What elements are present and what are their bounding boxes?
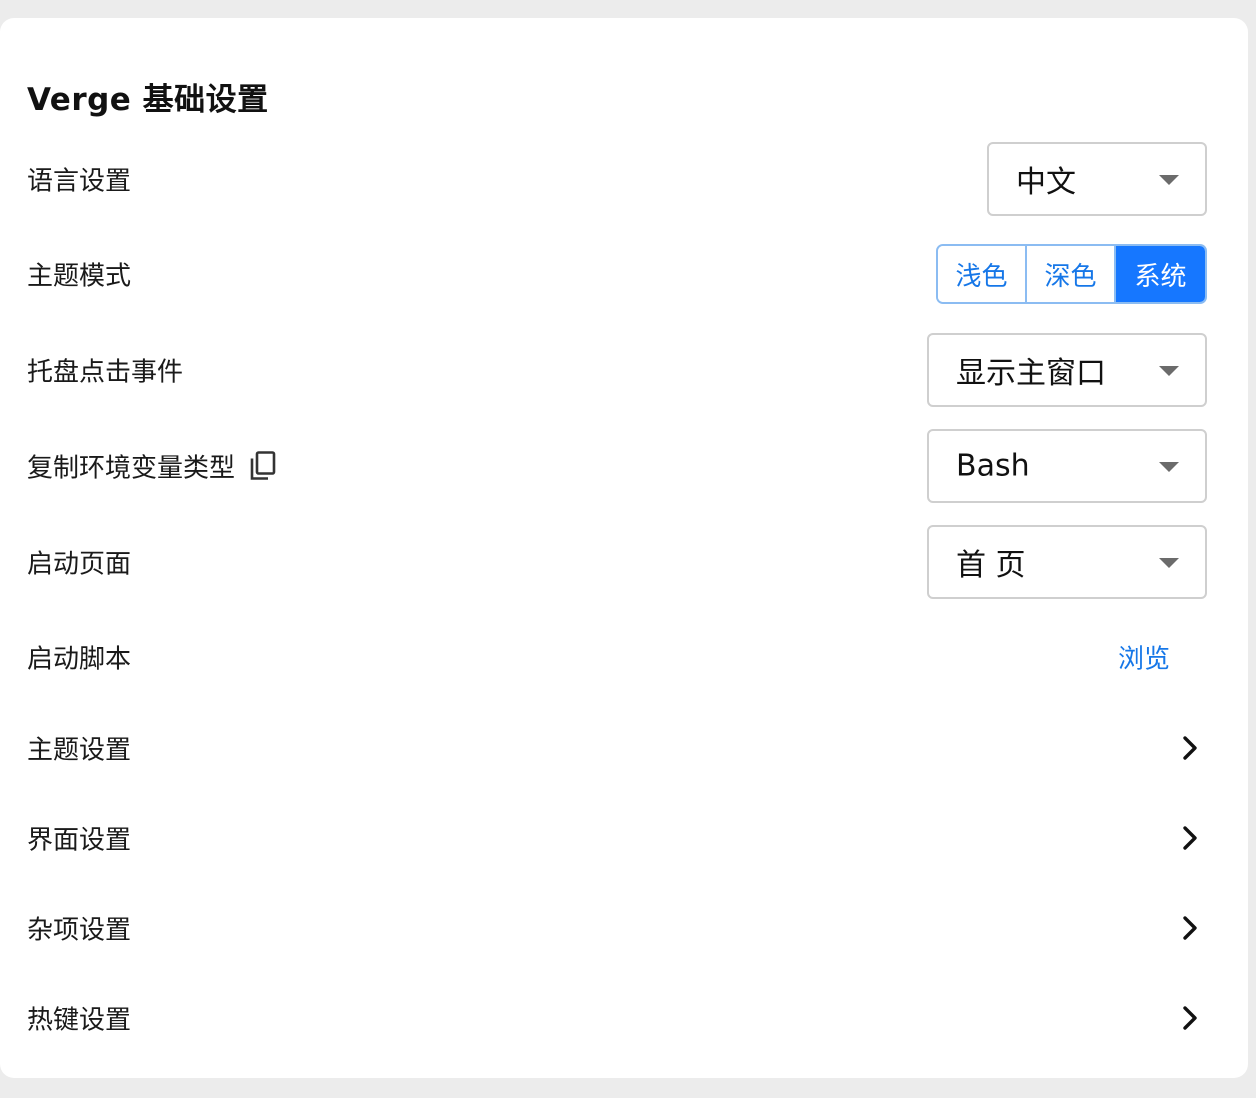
row-language: 语言设置 中文	[0, 139, 1248, 219]
browse-button[interactable]: 浏览	[1118, 639, 1170, 676]
env-type-select-value: Bash	[956, 448, 1030, 484]
start-script-label: 启动脚本	[27, 644, 132, 675]
row-theme-mode: 主题模式 浅色 深色 系统	[0, 234, 1248, 314]
tray-click-select-value: 显示主窗口	[956, 356, 1106, 391]
dropdown-arrow-icon	[1159, 462, 1179, 472]
row-misc-settings[interactable]: 杂项设置	[0, 888, 1248, 968]
language-label: 语言设置	[27, 166, 132, 197]
dropdown-arrow-icon	[1159, 175, 1179, 185]
row-start-page: 启动页面 首 页	[0, 522, 1248, 602]
language-select[interactable]: 中文	[987, 142, 1207, 216]
dropdown-arrow-icon	[1159, 558, 1179, 568]
env-type-label: 复制环境变量类型	[27, 453, 236, 484]
card-title: Verge 基础设置	[27, 82, 269, 118]
env-type-label-group: 复制环境变量类型	[27, 448, 277, 485]
misc-settings-label: 杂项设置	[27, 915, 132, 946]
copy-icon[interactable]	[249, 450, 277, 482]
theme-settings-label: 主题设置	[27, 735, 132, 766]
language-select-value: 中文	[1016, 165, 1076, 200]
row-theme-settings[interactable]: 主题设置	[0, 708, 1248, 788]
env-type-select[interactable]: Bash	[927, 429, 1207, 503]
start-page-select[interactable]: 首 页	[927, 525, 1207, 599]
row-hotkey-settings[interactable]: 热键设置	[0, 978, 1248, 1058]
row-ui-settings[interactable]: 界面设置	[0, 798, 1248, 878]
chevron-right-icon[interactable]	[1182, 825, 1198, 851]
start-page-select-value: 首 页	[956, 548, 1026, 583]
theme-mode-option-dark[interactable]: 深色	[1027, 246, 1116, 302]
hotkey-settings-label: 热键设置	[27, 1005, 132, 1036]
ui-settings-label: 界面设置	[27, 825, 132, 856]
chevron-right-icon[interactable]	[1182, 915, 1198, 941]
theme-mode-segmented-control: 浅色 深色 系统	[936, 244, 1207, 304]
tray-click-label: 托盘点击事件	[27, 357, 184, 388]
row-env-type: 复制环境变量类型 Bash	[0, 426, 1248, 506]
start-page-label: 启动页面	[27, 549, 132, 580]
theme-mode-label: 主题模式	[27, 261, 132, 292]
tray-click-select[interactable]: 显示主窗口	[927, 333, 1207, 407]
theme-mode-option-light[interactable]: 浅色	[938, 246, 1027, 302]
theme-mode-option-system[interactable]: 系统	[1116, 246, 1205, 302]
row-tray-click: 托盘点击事件 显示主窗口	[0, 330, 1248, 410]
settings-card: Verge 基础设置 语言设置 中文 主题模式 浅色 深色 系统 托盘点击事件 …	[0, 18, 1248, 1078]
row-start-script: 启动脚本 浏览	[0, 617, 1248, 697]
chevron-right-icon[interactable]	[1182, 735, 1198, 761]
chevron-right-icon[interactable]	[1182, 1005, 1198, 1031]
dropdown-arrow-icon	[1159, 366, 1179, 376]
